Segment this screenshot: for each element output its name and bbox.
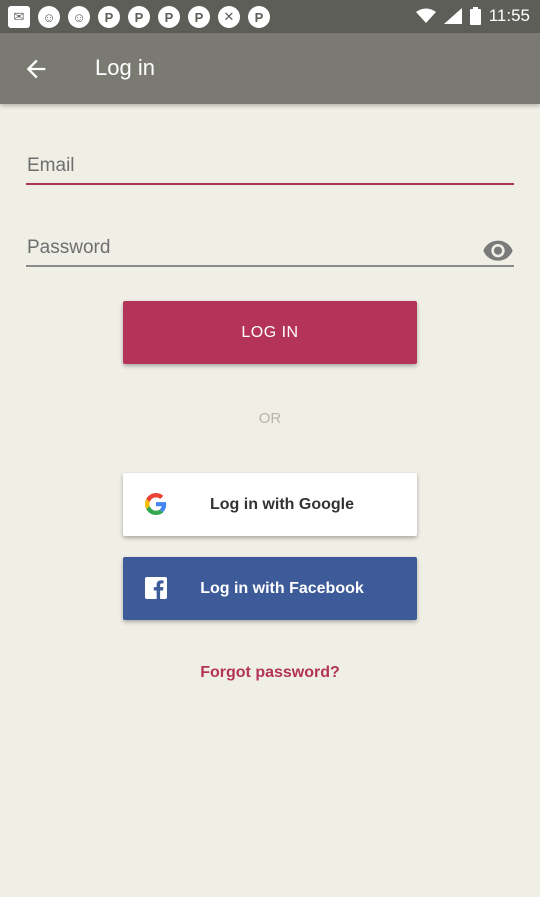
email-field[interactable] <box>26 155 514 183</box>
status-right: 11:55 <box>415 6 530 26</box>
google-login-label: Log in with Google <box>210 495 354 513</box>
pinterest-icon: P <box>98 6 120 28</box>
page-title: Log in <box>95 55 155 80</box>
login-button[interactable]: LOG IN <box>123 301 417 364</box>
signal-icon <box>443 8 462 24</box>
pinterest-icon: P <box>248 6 270 28</box>
password-field[interactable] <box>26 237 514 265</box>
status-bar: ✉ ☺ ☺ P P P P ✕ P 11:55 <box>0 0 540 33</box>
facebook-login-button[interactable]: Log in with Facebook <box>123 557 417 620</box>
tools-icon: ✕ <box>218 6 240 28</box>
password-field-container <box>26 237 514 267</box>
or-divider-text: OR <box>258 410 282 427</box>
show-password-eye-icon[interactable] <box>482 239 514 261</box>
pinterest-icon: P <box>188 6 210 28</box>
google-login-button[interactable]: Log in with Google <box>123 473 417 536</box>
battery-icon <box>469 7 481 25</box>
cat-icon: ☺ <box>68 6 90 28</box>
wifi-icon <box>415 8 436 23</box>
email-field-container <box>26 155 514 185</box>
app-bar: Log in <box>0 33 540 104</box>
login-button-label: LOG IN <box>241 323 299 341</box>
email-icon: ✉ <box>8 6 30 28</box>
facebook-icon <box>145 577 167 599</box>
google-icon <box>145 493 167 515</box>
pinterest-icon: P <box>128 6 150 28</box>
forgot-password-link[interactable]: Forgot password? <box>0 664 540 682</box>
pinterest-icon: P <box>158 6 180 28</box>
notification-icons: ✉ ☺ ☺ P P P P ✕ P <box>8 6 270 28</box>
back-arrow-icon[interactable] <box>22 55 50 83</box>
status-time: 11:55 <box>488 6 530 25</box>
cat-icon: ☺ <box>38 6 60 28</box>
facebook-login-label: Log in with Facebook <box>200 579 364 597</box>
